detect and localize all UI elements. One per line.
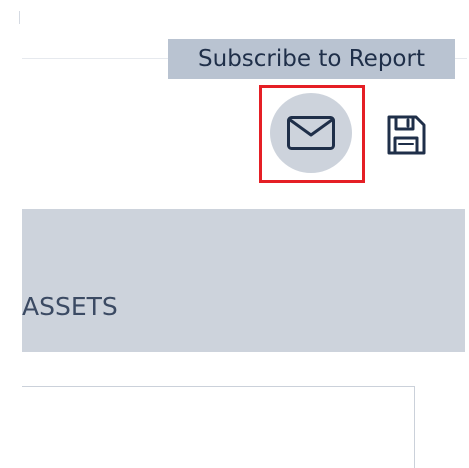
top-left-divider — [19, 11, 20, 24]
save-report-button[interactable] — [383, 112, 429, 158]
subscribe-report-button[interactable] — [270, 93, 352, 173]
assets-content-panel — [22, 386, 415, 468]
assets-section-header: ASSETS — [22, 209, 465, 352]
assets-section-title: ASSETS — [22, 292, 118, 321]
subscribe-tooltip-text: Subscribe to Report — [198, 46, 425, 72]
mail-icon — [286, 115, 336, 151]
report-page: Subscribe to Report ASSETS — [0, 0, 469, 468]
save-icon — [385, 114, 427, 156]
subscribe-tooltip: Subscribe to Report — [168, 39, 455, 79]
